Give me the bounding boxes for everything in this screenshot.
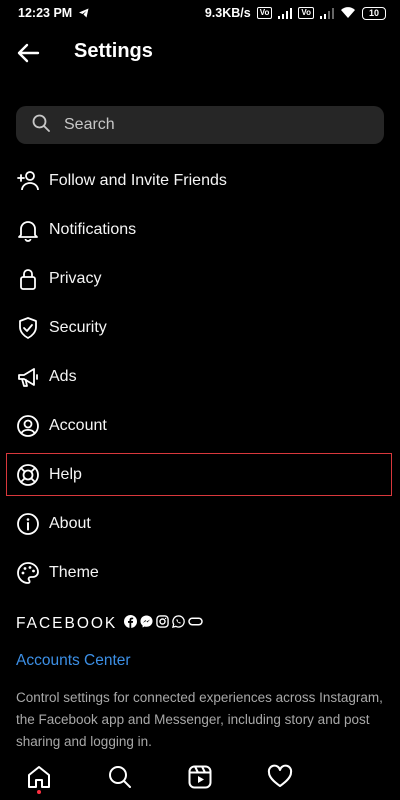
menu-item-about[interactable]: About bbox=[0, 499, 400, 548]
facebook-app-icons bbox=[124, 615, 204, 633]
home-icon[interactable] bbox=[26, 764, 52, 790]
volte-badge-2: Vo bbox=[298, 7, 314, 19]
facebook-header: FACEBOOK bbox=[16, 615, 204, 633]
settings-menu: Follow and Invite Friends Notifications … bbox=[0, 156, 400, 597]
telegram-icon bbox=[78, 7, 90, 19]
header: Settings bbox=[0, 30, 400, 76]
menu-item-privacy[interactable]: Privacy bbox=[0, 254, 400, 303]
oculus-icon bbox=[188, 615, 204, 633]
palette-icon bbox=[16, 561, 40, 585]
menu-item-follow-invite[interactable]: Follow and Invite Friends bbox=[0, 156, 400, 205]
menu-item-ads[interactable]: Ads bbox=[0, 352, 400, 401]
accounts-center-description: Control settings for connected experienc… bbox=[16, 690, 383, 749]
menu-item-label: About bbox=[49, 514, 91, 532]
search-icon bbox=[32, 114, 50, 137]
shield-check-icon bbox=[16, 316, 40, 340]
menu-item-theme[interactable]: Theme bbox=[0, 548, 400, 597]
menu-item-label: Ads bbox=[49, 367, 77, 385]
megaphone-icon bbox=[16, 365, 40, 389]
lock-icon bbox=[16, 267, 40, 291]
bottom-navigation bbox=[0, 752, 400, 800]
signal-icon-2 bbox=[320, 7, 334, 19]
add-person-icon bbox=[16, 169, 40, 193]
facebook-icon bbox=[124, 615, 138, 633]
menu-item-notifications[interactable]: Notifications bbox=[0, 205, 400, 254]
facebook-wordmark: FACEBOOK bbox=[16, 615, 118, 632]
accounts-center-link[interactable]: Accounts Center bbox=[16, 652, 131, 670]
whatsapp-icon bbox=[172, 615, 186, 633]
menu-item-label: Theme bbox=[49, 563, 99, 581]
network-speed: 9.3KB/s bbox=[204, 6, 251, 20]
instagram-icon bbox=[156, 615, 170, 633]
status-time: 12:23 PM bbox=[18, 6, 73, 20]
menu-item-label: Notifications bbox=[49, 220, 137, 238]
back-arrow-icon[interactable] bbox=[14, 39, 42, 67]
messenger-icon bbox=[140, 615, 153, 633]
menu-item-label: Help bbox=[49, 465, 82, 483]
menu-item-label: Account bbox=[49, 416, 107, 434]
wifi-icon bbox=[340, 7, 356, 19]
menu-item-label: Security bbox=[49, 318, 107, 336]
signal-icon bbox=[278, 7, 293, 19]
volte-badge: Vo bbox=[256, 7, 273, 19]
search-icon[interactable] bbox=[107, 764, 133, 790]
page-title: Settings bbox=[74, 40, 153, 62]
menu-item-help[interactable]: Help bbox=[0, 450, 400, 499]
menu-item-security[interactable]: Security bbox=[0, 303, 400, 352]
search-bar[interactable] bbox=[16, 106, 384, 144]
status-bar: 12:23 PM 9.3KB/s Vo Vo 10 bbox=[0, 0, 400, 26]
battery-icon: 10 bbox=[362, 6, 386, 20]
lifebuoy-icon bbox=[16, 463, 40, 487]
notification-dot bbox=[37, 790, 41, 794]
search-input[interactable] bbox=[62, 115, 366, 135]
menu-item-label: Follow and Invite Friends bbox=[49, 171, 227, 189]
reels-icon[interactable] bbox=[187, 764, 213, 790]
heart-icon[interactable] bbox=[267, 764, 293, 790]
bell-icon bbox=[16, 218, 40, 242]
menu-item-account[interactable]: Account bbox=[0, 401, 400, 450]
info-icon bbox=[16, 512, 40, 536]
menu-item-label: Privacy bbox=[49, 269, 102, 287]
account-circle-icon bbox=[16, 414, 40, 438]
